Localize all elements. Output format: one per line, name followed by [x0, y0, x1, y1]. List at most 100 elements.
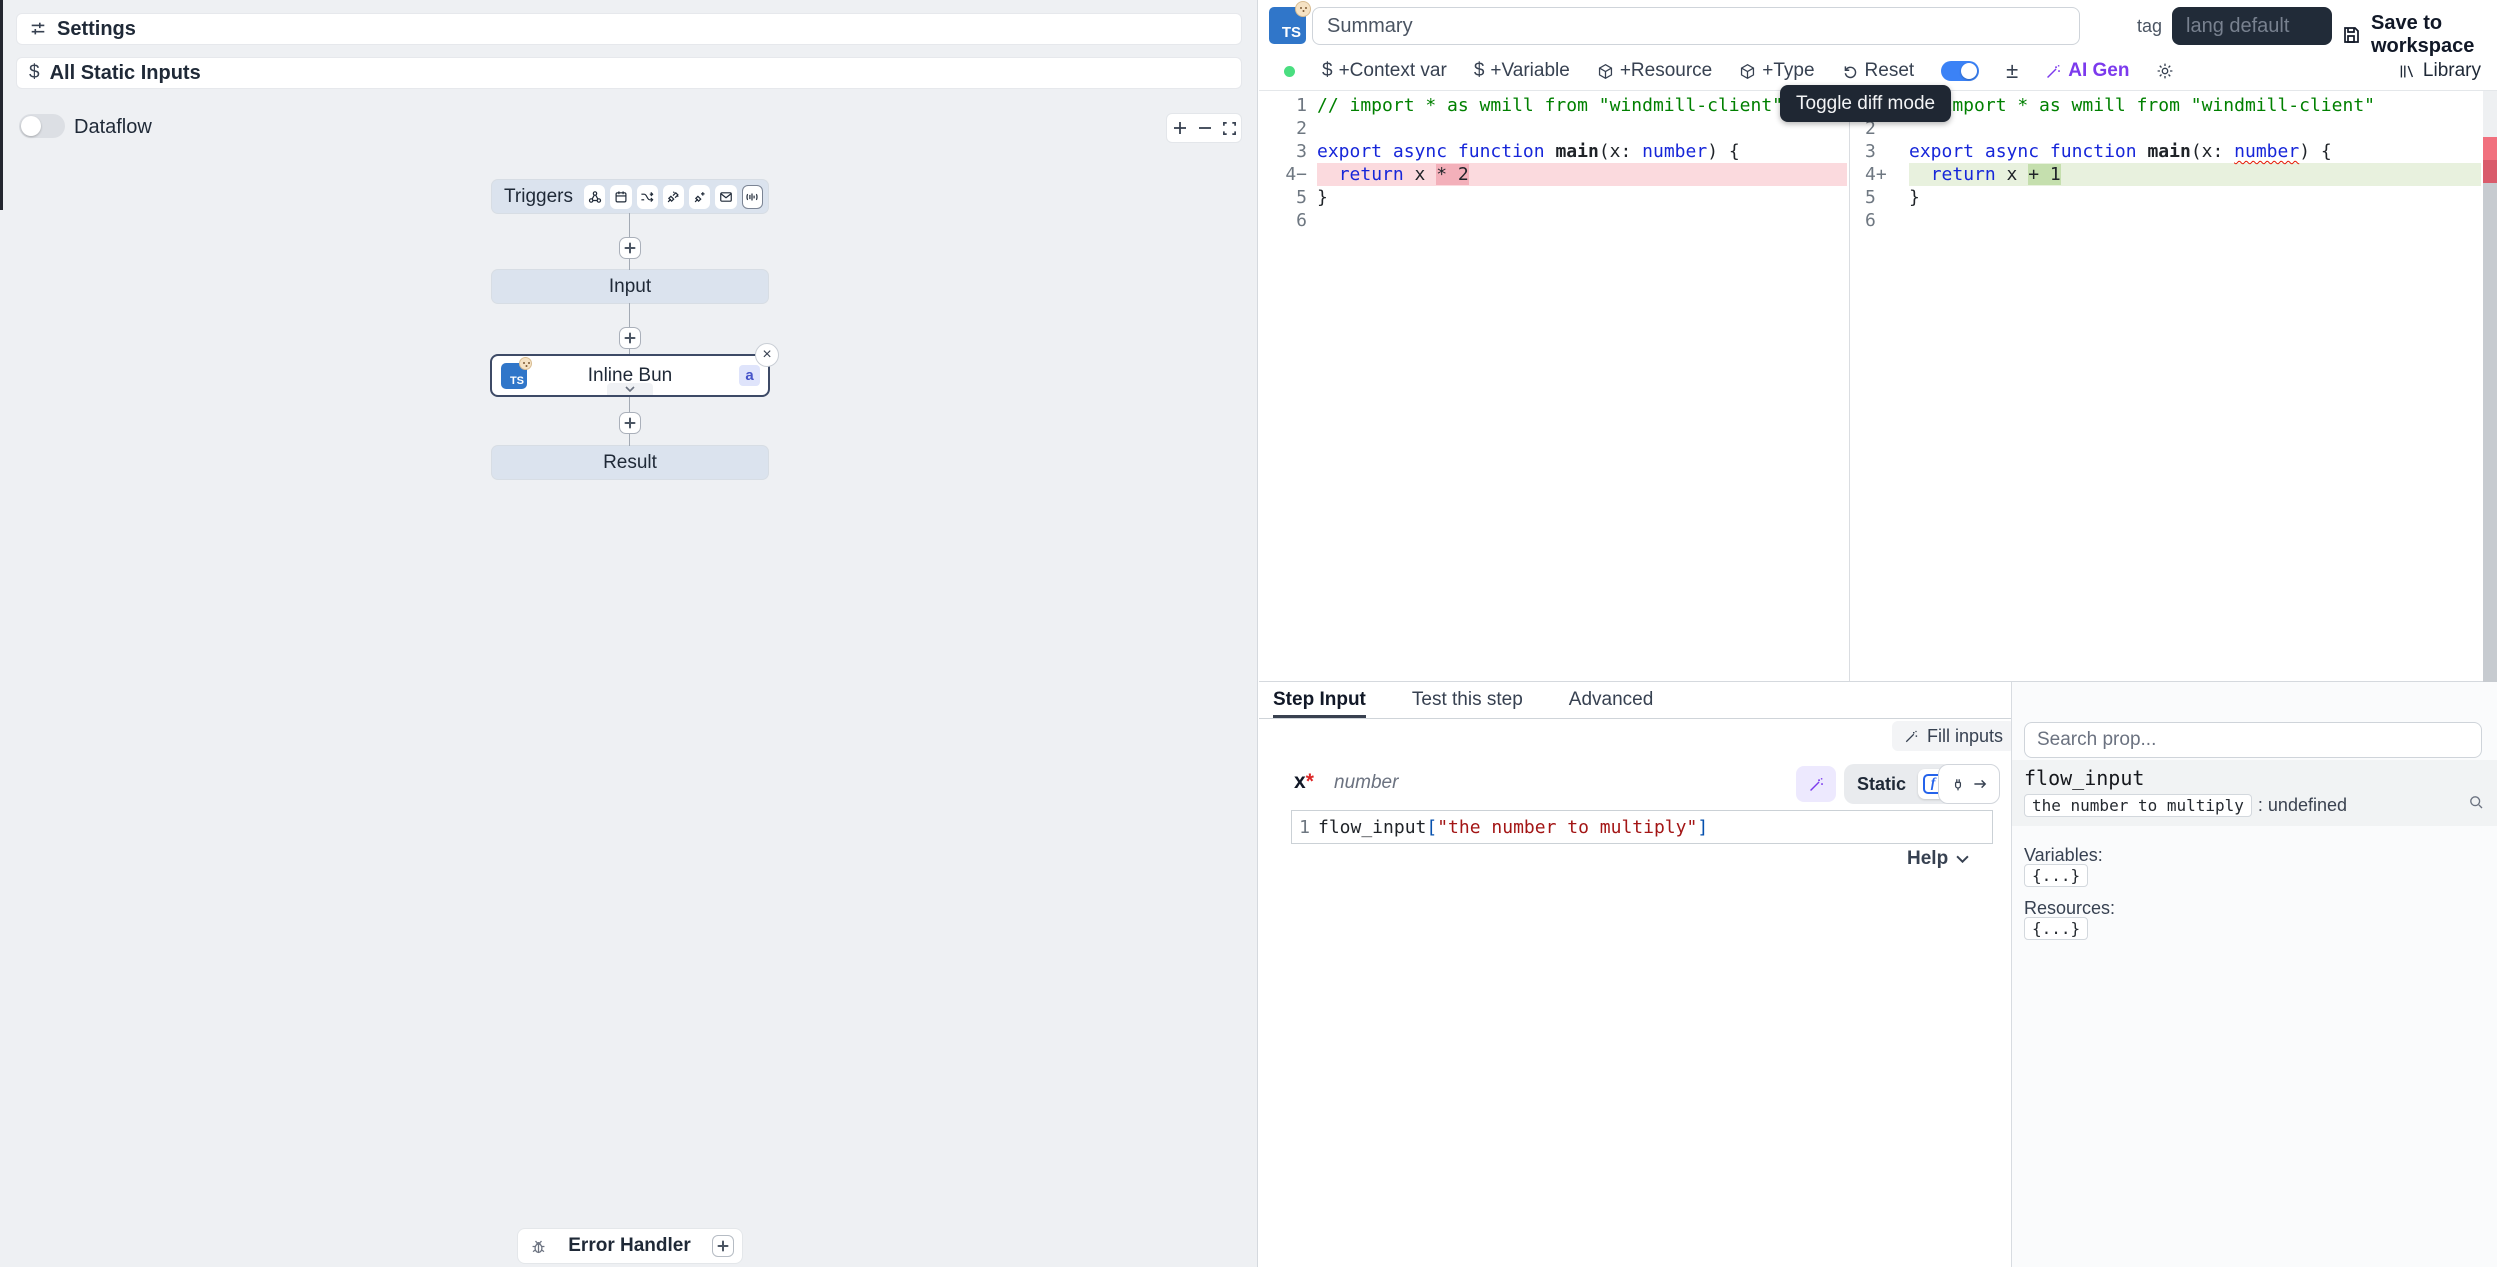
tab-test-this-step[interactable]: Test this step [1412, 682, 1523, 718]
prop-name[interactable]: flow_input [2024, 766, 2144, 790]
search-icon[interactable] [2468, 794, 2484, 810]
postgres-icon[interactable] [689, 185, 710, 209]
search-prop-input[interactable] [2024, 722, 2482, 758]
line-number: 1 [1259, 94, 1307, 117]
code-token: } [1317, 187, 1328, 208]
add-variable-button[interactable]: $+Variable [1474, 60, 1570, 82]
diff-mode-tooltip: Toggle diff mode [1780, 85, 1951, 122]
websocket-icon[interactable] [663, 185, 684, 209]
fill-inputs-button[interactable]: Fill inputs [1892, 721, 2015, 751]
code-token: return [1339, 164, 1404, 185]
route-icon[interactable] [637, 185, 658, 209]
add-resource-button[interactable]: +Resource [1597, 60, 1712, 82]
code-token: return [1931, 164, 1996, 185]
help-button[interactable]: Help [1907, 848, 1969, 870]
diff-original-code[interactable]: // import * as wmill from "windmill-clie… [1317, 94, 1847, 232]
zoom-out-icon[interactable] [1197, 120, 1213, 136]
code-line: return x + 1 [1909, 163, 2481, 186]
code-token: number [2234, 141, 2299, 162]
code-diff-editor[interactable]: 1234−56 // import * as wmill from "windm… [1259, 90, 2497, 682]
input-mode-control: Static f [1844, 764, 1953, 804]
tab-advanced[interactable]: Advanced [1569, 682, 1654, 718]
settings-label: Settings [57, 18, 136, 41]
code-token [1909, 164, 1931, 185]
diff-overview-ruler[interactable] [2483, 91, 2497, 681]
diff-modified-pane[interactable]: 1234+56 // import * as wmill from "windm… [1851, 91, 2497, 681]
connect-input-button[interactable] [1938, 764, 2000, 804]
code-token: function [1458, 141, 1545, 162]
left-scrollbar[interactable] [0, 0, 3, 210]
result-node[interactable]: Result [492, 446, 768, 479]
inline-bun-node[interactable]: TS Inline Bun a × [490, 354, 770, 397]
tag-input[interactable] [2172, 7, 2332, 45]
code-line [1317, 209, 1847, 232]
variables-value[interactable]: {...} [2024, 866, 2088, 886]
prop-description-pill[interactable]: the number to multiply [2024, 794, 2252, 817]
code-token [2137, 141, 2148, 162]
code-line: } [1909, 186, 2481, 209]
zoom-in-icon[interactable] [1172, 120, 1188, 136]
kafka-icon[interactable] [742, 185, 763, 209]
fill-inputs-label: Fill inputs [1927, 726, 2003, 747]
ai-fill-button[interactable] [1796, 766, 1836, 802]
diff-icon: ± [2006, 58, 2018, 84]
result-node-label: Result [603, 452, 657, 474]
canvas-zoom-controls [1166, 113, 1242, 143]
add-context-var-button[interactable]: $+Context var [1322, 60, 1447, 82]
insert-step-button[interactable] [619, 237, 641, 259]
flow-input-prop[interactable]: flow_input the number to multiply : unde… [2012, 760, 2497, 826]
diff-mode-toggle[interactable] [1941, 61, 1979, 81]
code-token: async [1985, 141, 2039, 162]
reset-icon [1842, 63, 1859, 80]
code-token [1545, 141, 1556, 162]
settings-button[interactable]: Settings [16, 13, 1242, 45]
edge-line [629, 213, 630, 237]
input-expression-code[interactable]: flow_input["the number to multiply"] [1318, 817, 1708, 838]
add-type-button[interactable]: +Type [1739, 60, 1814, 82]
error-handler-node[interactable]: Error Handler [517, 1228, 743, 1264]
code-line: // import * as wmill from "windmill-clie… [1909, 94, 2481, 117]
close-icon[interactable]: × [755, 343, 779, 367]
library-button[interactable]: Library [2398, 60, 2481, 82]
add-error-handler-icon[interactable] [712, 1235, 734, 1257]
input-node[interactable]: Input [492, 270, 768, 303]
code-token: // import * as wmill from "windmill-clie… [1317, 95, 1783, 116]
reset-button[interactable]: Reset [1842, 60, 1915, 82]
static-mode-button[interactable]: Static [1849, 774, 1914, 795]
code-token: export [1909, 141, 1974, 162]
dollar-icon: $ [1474, 60, 1485, 82]
code-token: ) { [1707, 141, 1740, 162]
diff-modified-code[interactable]: // import * as wmill from "windmill-clie… [1909, 94, 2481, 232]
dataflow-toggle[interactable] [19, 114, 65, 138]
webhook-icon[interactable] [584, 185, 605, 209]
diff-marker [2483, 160, 2497, 183]
email-icon[interactable] [715, 185, 736, 209]
scrollbar-thumb[interactable] [2483, 183, 2497, 683]
line-number: 5 [1259, 186, 1307, 209]
edge-line [629, 303, 630, 327]
code-token [1317, 164, 1339, 185]
all-static-inputs-button[interactable]: $ All Static Inputs [16, 57, 1242, 89]
fullscreen-icon[interactable] [1222, 121, 1237, 136]
tab-step-input[interactable]: Step Input [1273, 682, 1366, 718]
resources-value[interactable]: {...} [2024, 919, 2088, 939]
plug-icon [1950, 776, 1966, 792]
triggers-label: Triggers [504, 186, 573, 208]
schedule-icon[interactable] [610, 185, 631, 209]
gear-icon[interactable] [2156, 62, 2174, 80]
step-tabs: Step Input Test this step Advanced [1259, 682, 2011, 719]
step-id-badge: a [739, 365, 760, 386]
code-line [1317, 117, 1847, 140]
code-token: export [1317, 141, 1382, 162]
input-expression-editor[interactable]: 1 flow_input["the number to multiply"] [1291, 810, 1993, 844]
insert-step-button[interactable] [619, 412, 641, 434]
flow-canvas[interactable]: Settings $ All Static Inputs Dataflow Tr… [0, 0, 1258, 1267]
variables-label: Variables: [2024, 845, 2103, 866]
chevron-down-icon[interactable] [607, 383, 653, 395]
code-token: ) { [2299, 141, 2332, 162]
insert-step-button[interactable] [619, 327, 641, 349]
dollar-icon: $ [1322, 60, 1333, 82]
ai-gen-button[interactable]: AI Gen [2045, 60, 2129, 82]
summary-input[interactable] [1312, 7, 2080, 45]
diff-original-pane[interactable]: 1234−56 // import * as wmill from "windm… [1259, 91, 1850, 681]
